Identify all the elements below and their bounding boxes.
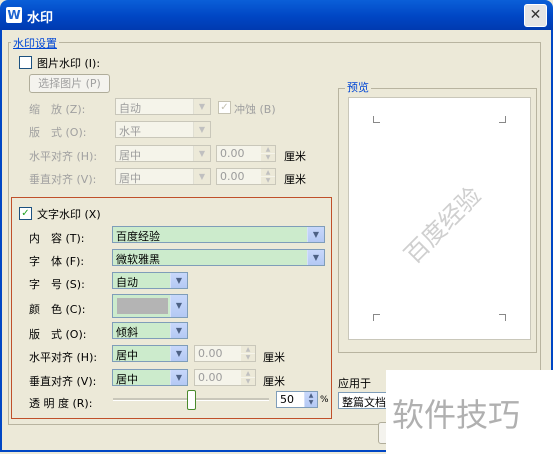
chevron-down-icon: ▼ (170, 323, 187, 338)
corner-mark (373, 116, 380, 123)
picture-layout-select[interactable]: 水平 ▼ (115, 121, 211, 138)
text-watermark-label: 文字水印 (X) (37, 208, 101, 221)
spin-down-icon[interactable]: ▼ (241, 354, 255, 361)
picture-h-unit: 厘米 (284, 150, 306, 163)
size-label: 字 号 (S): (29, 278, 85, 291)
transparency-spinner[interactable]: 50 ▲ ▼ (276, 391, 318, 408)
text-v-align-label: 垂直对齐 (V): (29, 375, 97, 388)
scale-select[interactable]: 自动 ▼ (115, 98, 211, 115)
content-label: 内 容 (T): (29, 232, 85, 245)
chevron-down-icon: ▼ (193, 122, 210, 137)
corner-mark (499, 116, 506, 123)
picture-v-unit: 厘米 (284, 173, 306, 186)
chevron-down-icon: ▼ (170, 346, 187, 361)
select-picture-button[interactable]: 选择图片 (P) (29, 74, 110, 93)
chevron-down-icon: ▼ (193, 146, 210, 161)
text-h-align-label: 水平对齐 (H): (29, 351, 98, 364)
transparency-unit: % (320, 395, 329, 405)
color-select[interactable]: ▼ (112, 294, 188, 318)
spin-down-icon[interactable]: ▼ (261, 154, 275, 161)
picture-v-align-label: 垂直对齐 (V): (29, 173, 97, 186)
text-v-align-select[interactable]: 居中 ▼ (112, 369, 188, 386)
text-watermark-checkbox[interactable]: ✓ (19, 207, 32, 220)
spin-up-icon[interactable]: ▲ (261, 169, 275, 176)
spin-up-icon[interactable]: ▲ (241, 346, 255, 353)
text-v-offset-spinner[interactable]: 0.00 ▲ ▼ (194, 369, 256, 386)
color-label: 颜 色 (C): (29, 303, 86, 316)
preview-label: 预览 (345, 79, 371, 95)
chevron-down-icon: ▼ (170, 295, 187, 317)
font-select[interactable]: 微软雅黑 ▼ (112, 249, 325, 266)
text-layout-label: 版 式 (O): (29, 328, 87, 341)
text-h-align-select[interactable]: 居中 ▼ (112, 345, 188, 362)
site-watermark-overlay: 软件技巧 (386, 370, 553, 454)
apply-to-label: 应用于 (338, 377, 371, 390)
chevron-down-icon: ▼ (193, 99, 210, 114)
corner-mark (499, 314, 506, 321)
picture-h-offset-spinner[interactable]: 0.00 ▲ ▼ (216, 145, 276, 162)
transparency-slider-thumb[interactable] (187, 390, 196, 410)
chevron-down-icon: ▼ (307, 227, 324, 242)
picture-v-align-select[interactable]: 居中 ▼ (115, 168, 211, 185)
picture-watermark-label: 图片水印 (I): (37, 57, 101, 70)
app-icon: W (6, 7, 22, 23)
picture-h-align-select[interactable]: 居中 ▼ (115, 145, 211, 162)
spin-updown-icon[interactable]: ▲ ▼ (304, 392, 317, 407)
window-title: 水印 (27, 11, 54, 26)
spin-down-icon[interactable]: ▼ (261, 177, 275, 184)
settings-group-label: 水印设置 (11, 35, 59, 51)
chevron-down-icon: ▼ (307, 250, 324, 265)
chevron-down-icon: ▼ (193, 169, 210, 184)
preview-page: 百度经验 (348, 97, 531, 340)
washout-label: 冲蚀 (B) (234, 103, 276, 116)
site-watermark-text: 软件技巧 (392, 396, 521, 434)
picture-h-align-label: 水平对齐 (H): (29, 150, 98, 163)
washout-checkbox[interactable]: ✓ (218, 101, 231, 114)
size-select[interactable]: 自动 ▼ (112, 272, 188, 289)
transparency-label: 透 明 度 (R): (29, 397, 93, 410)
picture-v-offset-spinner[interactable]: 0.00 ▲ ▼ (216, 168, 276, 185)
text-h-unit: 厘米 (263, 351, 285, 364)
color-swatch (117, 298, 168, 314)
text-v-unit: 厘米 (263, 375, 285, 388)
title-bar (0, 0, 553, 30)
preview-watermark-text: 百度经验 (398, 181, 487, 270)
spin-up-icon[interactable]: ▲ (241, 370, 255, 377)
close-button[interactable]: ✕ (524, 4, 547, 27)
font-label: 字 体 (F): (29, 255, 85, 268)
picture-layout-label: 版 式 (O): (29, 126, 87, 139)
picture-watermark-checkbox[interactable] (19, 56, 32, 69)
scale-label: 缩 放 (Z): (29, 103, 86, 116)
chevron-down-icon: ▼ (170, 273, 187, 288)
content-select[interactable]: 百度经验 ▼ (112, 226, 325, 243)
spin-down-icon[interactable]: ▼ (241, 378, 255, 385)
corner-mark (373, 314, 380, 321)
text-h-offset-spinner[interactable]: 0.00 ▲ ▼ (194, 345, 256, 362)
spin-up-icon[interactable]: ▲ (261, 146, 275, 153)
chevron-down-icon: ▼ (170, 370, 187, 385)
text-layout-select[interactable]: 倾斜 ▼ (112, 322, 188, 339)
